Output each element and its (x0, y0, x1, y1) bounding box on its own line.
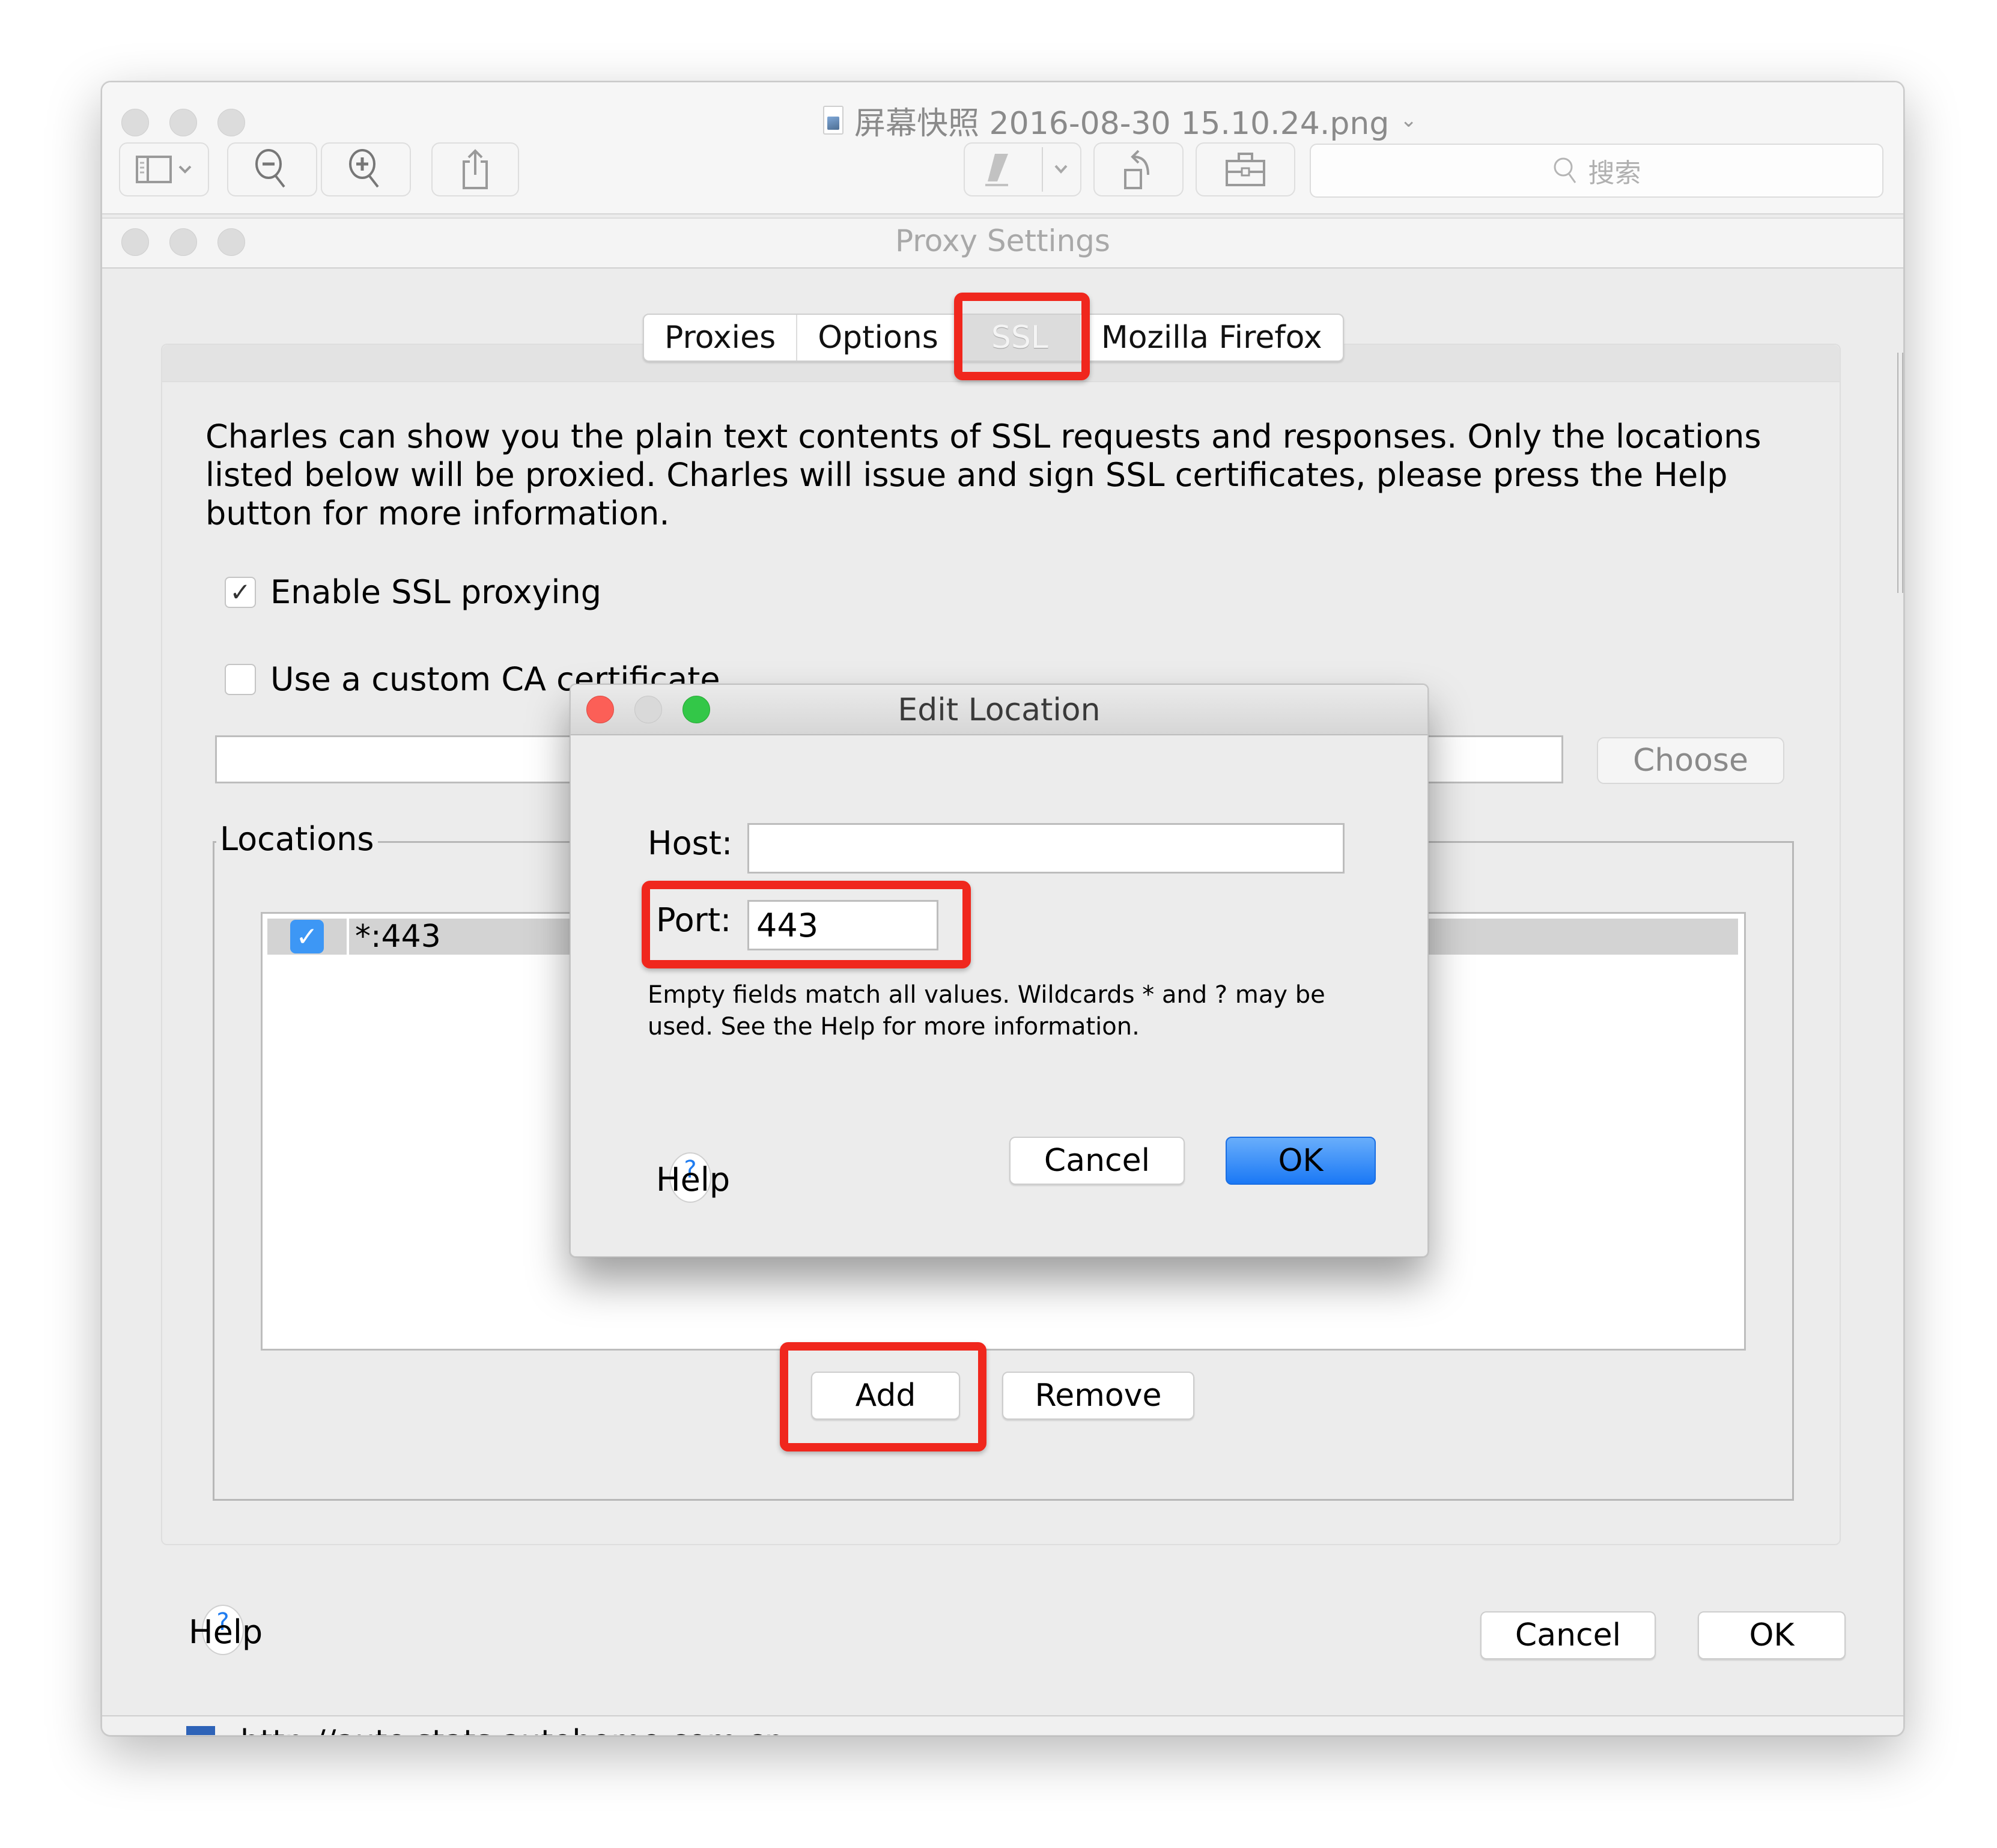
chevron-down-icon (1054, 165, 1068, 174)
zoom-button[interactable] (217, 109, 245, 136)
enable-ssl-proxying-checkbox[interactable]: ✓ (225, 576, 256, 608)
add-button[interactable]: Add (811, 1372, 960, 1420)
background-window-edge (1897, 353, 1903, 593)
host-field[interactable] (747, 823, 1345, 874)
toolbox-button[interactable] (1196, 142, 1295, 196)
minimize-button[interactable] (169, 109, 197, 136)
zoom-in-icon (349, 149, 379, 188)
edit-cancel-button[interactable]: Cancel (1009, 1137, 1185, 1185)
edit-help-button[interactable]: ? Help (656, 1152, 731, 1203)
edit-location-dialog: Edit Location Host: Port: 443 Empty fiel… (570, 684, 1429, 1257)
file-icon (823, 106, 843, 135)
search-placeholder: 搜索 (1588, 158, 1641, 189)
help-label: Help (189, 1613, 263, 1651)
edit-location-titlebar: Edit Location (571, 685, 1427, 735)
sidebar-view-button[interactable] (119, 142, 209, 196)
cancel-button[interactable]: Cancel (1480, 1611, 1656, 1659)
document-title-text: 屏幕快照 2016-08-30 15.10.24.png (854, 105, 1390, 142)
port-field[interactable]: 443 (747, 900, 938, 950)
location-value: *:443 (355, 919, 441, 955)
toolbox-icon (1226, 153, 1265, 186)
search-input[interactable]: 搜索 (1310, 144, 1883, 198)
zoom-out-button[interactable] (227, 142, 317, 196)
edit-location-hint: Empty fields match all values. Wildcards… (648, 981, 1325, 1041)
tab-bar: Proxies Options SSL Mozilla Firefox (643, 314, 1344, 362)
share-button[interactable] (431, 142, 519, 196)
host-label: Host: (648, 824, 733, 862)
ssl-description: Charles can show you the plain text cont… (205, 418, 1761, 532)
edit-help-label: Help (656, 1161, 731, 1199)
close-button[interactable] (121, 109, 149, 136)
request-icon (186, 1726, 215, 1735)
enable-ssl-proxying-label: Enable SSL proxying (270, 573, 601, 611)
rotate-icon (1124, 150, 1149, 189)
zoom-in-button[interactable] (321, 142, 411, 196)
pen-icon (985, 154, 1008, 186)
tab-mozilla-firefox[interactable]: Mozilla Firefox (1081, 315, 1343, 360)
tab-proxies[interactable]: Proxies (644, 315, 798, 360)
edit-ok-button[interactable]: OK (1226, 1137, 1376, 1185)
edit-location-title: Edit Location (898, 692, 1101, 728)
document-title[interactable]: 屏幕快照 2016-08-30 15.10.24.png ⌄ (823, 99, 1417, 142)
tab-ssl[interactable]: SSL (959, 315, 1081, 360)
choose-button[interactable]: Choose (1597, 737, 1784, 784)
preview-titlebar: 屏幕快照 2016-08-30 15.10.24.png ⌄ 搜索 (102, 82, 1903, 214)
ok-button[interactable]: OK (1698, 1611, 1846, 1659)
location-enabled-checkbox[interactable]: ✓ (290, 920, 324, 953)
tab-options[interactable]: Options (797, 315, 960, 360)
proxy-settings-title: Proxy Settings (895, 223, 1110, 258)
markup-button[interactable] (964, 142, 1081, 196)
enable-ssl-proxying-row[interactable]: ✓ Enable SSL proxying (225, 573, 601, 611)
background-request-url: http://auto.stats.autohome.com.cn (240, 1724, 784, 1735)
chevron-down-icon (178, 165, 192, 174)
rotate-button[interactable] (1093, 142, 1184, 196)
port-label: Port: (656, 901, 732, 939)
remove-button[interactable]: Remove (1002, 1372, 1194, 1420)
search-icon (1554, 157, 1576, 183)
location-enabled-cell: ✓ (267, 919, 349, 955)
chevron-down-icon: ⌄ (1400, 108, 1417, 132)
share-icon (463, 149, 488, 189)
zoom-out-icon (255, 149, 285, 188)
background-request-row: http://auto.stats.autohome.com.cn (102, 1715, 1903, 1735)
help-button[interactable]: ? Help (189, 1605, 263, 1655)
locations-legend: Locations (216, 820, 378, 858)
sidebar-icon (136, 156, 172, 183)
custom-ca-checkbox[interactable] (225, 663, 256, 695)
proxy-settings-titlebar: Proxy Settings (102, 217, 1903, 269)
